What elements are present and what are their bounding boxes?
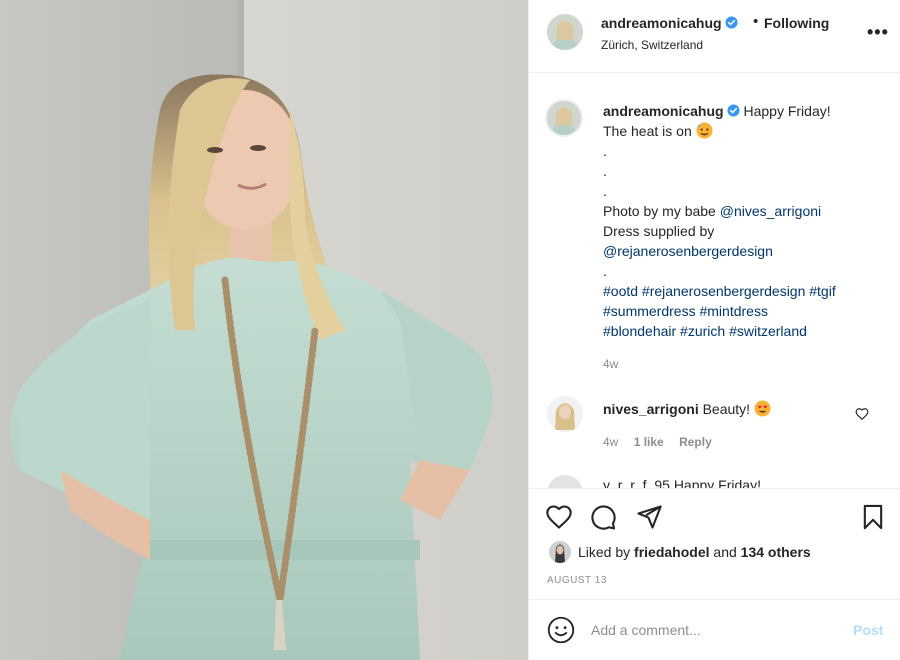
caption-text-first: Happy Friday! bbox=[743, 103, 831, 119]
caption-line-2: The heat is on bbox=[603, 121, 883, 141]
comment-timestamp[interactable]: 4w bbox=[603, 435, 618, 449]
hashtags-line-1[interactable]: #ootd #rejanerosenbergerdesign #tgif bbox=[603, 281, 883, 301]
following-button[interactable]: Following bbox=[764, 15, 829, 31]
next-comment-peek: y_r_r_f_95 Happy Friday! bbox=[603, 477, 761, 488]
liker-username[interactable]: friedahodel bbox=[634, 544, 709, 560]
comment-text-line: nives_arrigoni Beauty! bbox=[603, 400, 771, 417]
caption-photo-credit: Photo by my babe @nives_arrigoni bbox=[603, 201, 883, 221]
comment-like-heart-icon[interactable] bbox=[855, 407, 869, 421]
avatar-image bbox=[547, 14, 583, 50]
post-comment-button[interactable]: Post bbox=[853, 622, 883, 638]
comment-meta: 4w 1 like Reply bbox=[603, 435, 724, 449]
caption-avatar[interactable] bbox=[545, 99, 583, 137]
post-actions: Liked by friedahodel and 134 others AUGU… bbox=[529, 488, 900, 600]
hashtags-line-2[interactable]: #summerdress #mintdress bbox=[603, 301, 883, 321]
hashtags-line-3[interactable]: #blondehair #zurich #switzerland bbox=[603, 321, 883, 341]
commenter-username[interactable]: nives_arrigoni bbox=[603, 401, 699, 417]
avatar-image bbox=[547, 396, 583, 432]
liker-avatar[interactable] bbox=[549, 541, 571, 563]
caption-dot-2: . bbox=[603, 163, 607, 179]
author-username-text[interactable]: andreamonicahug bbox=[601, 15, 722, 31]
add-comment-bar: Post bbox=[529, 600, 900, 660]
next-commenter-avatar[interactable] bbox=[547, 475, 583, 488]
commenter-avatar[interactable] bbox=[547, 396, 583, 432]
follow-separator: • bbox=[753, 13, 759, 30]
caption-body: andreamonicahug Happy Friday! The heat i… bbox=[603, 101, 883, 341]
others-count[interactable]: 134 others bbox=[741, 544, 811, 560]
comment-likes-count[interactable]: 1 like bbox=[634, 435, 664, 449]
more-options-icon[interactable]: ••• bbox=[867, 22, 889, 43]
caption-timestamp[interactable]: 4w bbox=[603, 357, 618, 371]
post-image bbox=[0, 0, 528, 660]
post-side-panel: andreamonicahug • Following Zürich, Swit… bbox=[528, 0, 900, 660]
photo-by-text: Photo by my babe bbox=[603, 203, 716, 219]
mention-link[interactable]: @rejanerosenbergerdesign bbox=[603, 241, 883, 261]
share-icon[interactable] bbox=[635, 503, 663, 531]
post-photo[interactable] bbox=[0, 0, 528, 660]
author-username[interactable]: andreamonicahug bbox=[601, 15, 738, 31]
likes-summary: Liked by friedahodel and 134 others bbox=[578, 544, 811, 560]
caption-dot-4: . bbox=[603, 263, 607, 279]
liked-by-and: and bbox=[713, 544, 737, 560]
verified-badge-icon bbox=[727, 104, 740, 117]
bookmark-icon[interactable] bbox=[859, 503, 887, 531]
comment-icon[interactable] bbox=[589, 503, 617, 531]
comment-text: Beauty! bbox=[702, 401, 751, 417]
add-comment-input[interactable] bbox=[591, 618, 831, 642]
caption-dot-1: . bbox=[603, 143, 607, 159]
caption-dot-3: . bbox=[603, 183, 607, 199]
hot-face-emoji-icon bbox=[696, 122, 713, 139]
heart-eyes-emoji-icon bbox=[754, 400, 771, 417]
caption-text-second: The heat is on bbox=[603, 123, 692, 139]
caption-dress-credit: Dress supplied by bbox=[603, 223, 715, 239]
avatar-image bbox=[547, 101, 581, 135]
post-date[interactable]: AUGUST 13 bbox=[547, 575, 607, 586]
post-header: andreamonicahug • Following Zürich, Swit… bbox=[529, 0, 900, 73]
caption-line-1: andreamonicahug Happy Friday! bbox=[603, 101, 883, 121]
heart-icon[interactable] bbox=[545, 503, 573, 531]
comments-section[interactable]: andreamonicahug Happy Friday! The heat i… bbox=[529, 73, 900, 488]
avatar-image bbox=[549, 541, 571, 563]
emoji-picker-icon[interactable] bbox=[547, 616, 575, 644]
mention-link[interactable]: @nives_arrigoni bbox=[720, 203, 821, 219]
verified-badge-icon bbox=[725, 16, 738, 29]
author-avatar[interactable] bbox=[547, 14, 583, 50]
post-location[interactable]: Zürich, Switzerland bbox=[601, 38, 703, 52]
reply-button[interactable]: Reply bbox=[679, 435, 712, 449]
caption-username[interactable]: andreamonicahug bbox=[603, 103, 724, 119]
liked-by-prefix: Liked by bbox=[578, 544, 631, 560]
